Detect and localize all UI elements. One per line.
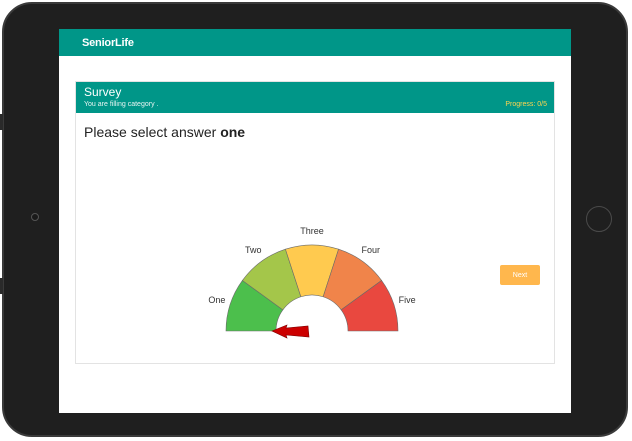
brand-logo[interactable]: SeniorLife — [82, 37, 134, 49]
rating-gauge[interactable]: One Two Three Four Five — [192, 214, 432, 344]
gauge-label-three: Three — [300, 226, 324, 236]
question-text: Please select answer one — [84, 124, 245, 140]
tablet-device: SeniorLife Survey You are filling catego… — [0, 0, 632, 441]
gauge-pointer-icon — [271, 324, 310, 339]
gauge-label-two: Two — [245, 245, 262, 255]
gauge-label-one: One — [208, 295, 225, 305]
side-button — [0, 278, 3, 294]
question-target: one — [220, 124, 246, 140]
screen: SeniorLife Survey You are filling catego… — [59, 29, 571, 413]
progress-text: Progress: 0/5 — [505, 101, 547, 108]
navbar: SeniorLife — [59, 29, 571, 56]
camera-icon — [31, 213, 39, 221]
next-button[interactable]: Next — [500, 265, 540, 285]
survey-panel: Survey You are filling category . Progre… — [75, 81, 555, 364]
panel-subtitle: You are filling category . — [84, 101, 159, 108]
gauge-label-four: Four — [362, 245, 381, 255]
panel-title: Survey — [84, 85, 122, 99]
panel-header: Survey You are filling category . Progre… — [76, 82, 554, 113]
gauge-label-five: Five — [399, 295, 416, 305]
question-prefix: Please select answer — [84, 124, 217, 140]
side-button — [0, 114, 3, 130]
home-button[interactable] — [586, 206, 612, 232]
